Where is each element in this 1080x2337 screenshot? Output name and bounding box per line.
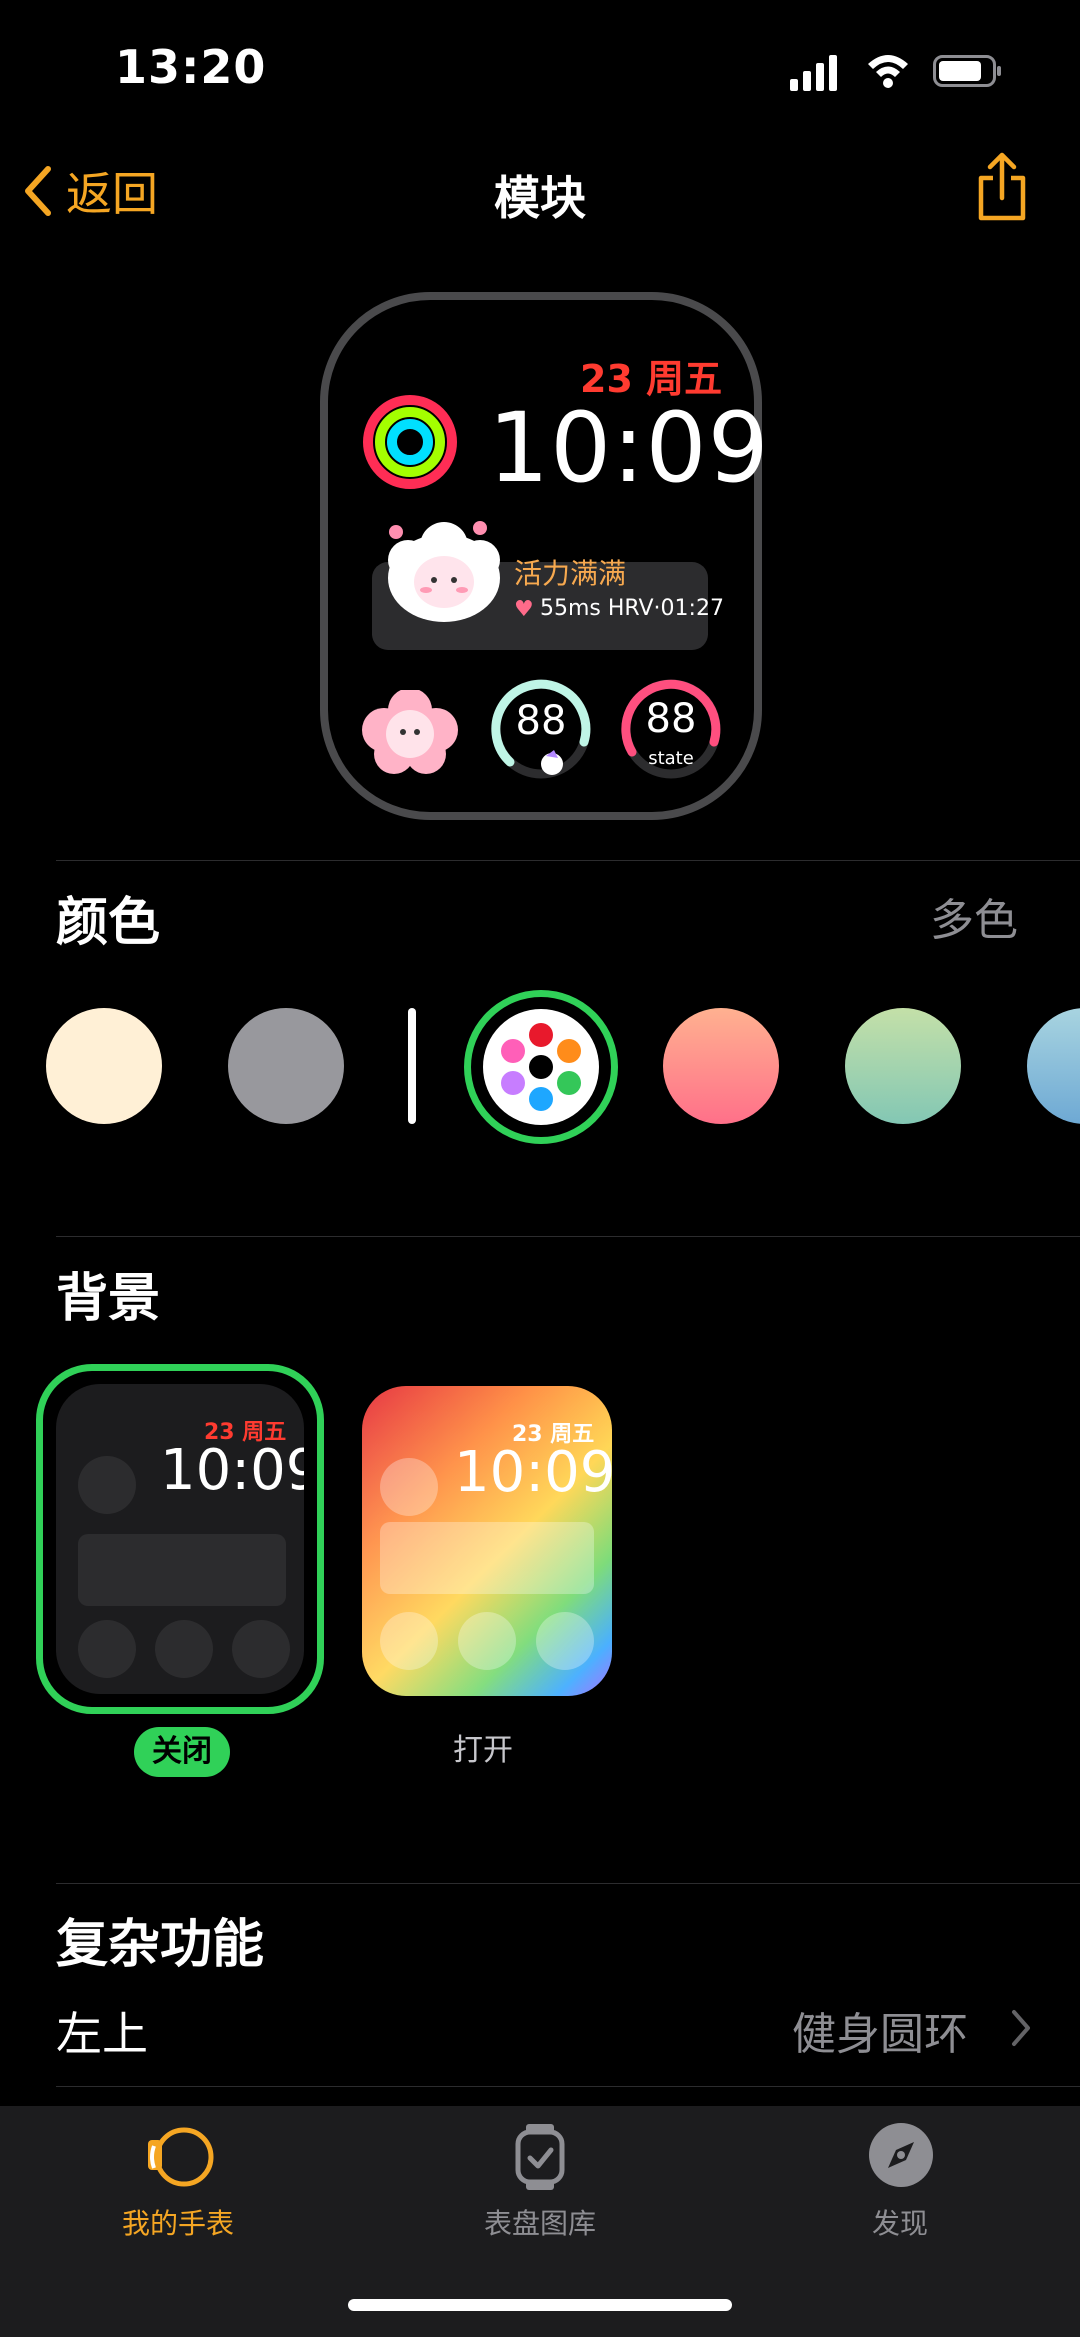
gauge-2-value: 88 [645, 696, 697, 742]
background-on-label[interactable]: 打开 [453, 1725, 513, 1769]
mini-panel [78, 1534, 286, 1606]
complication-row-value: 健身圆环 [792, 2009, 968, 2060]
mini-complication [78, 1456, 136, 1514]
color-swatch-gray[interactable] [228, 1008, 344, 1124]
swatch-separator [408, 1008, 416, 1124]
heart-icon: ♥ [514, 597, 534, 622]
status-time: 13:20 [115, 40, 267, 94]
color-swatch-mint[interactable] [845, 1008, 961, 1124]
tab-label: 发现 [871, 2207, 928, 2240]
watch-time: 10:09 [488, 392, 770, 504]
watch-icon [148, 2127, 214, 2187]
flower-sticker-icon [362, 690, 458, 774]
tab-label: 我的手表 [121, 2207, 234, 2240]
mini-complication [232, 1620, 290, 1678]
share-icon[interactable] [975, 152, 1029, 224]
mini-complication [536, 1612, 594, 1670]
tab-face-gallery[interactable]: 表盘图库 [430, 2122, 650, 2242]
battery-icon [933, 55, 1001, 87]
color-swatch-coral[interactable] [663, 1008, 779, 1124]
gauge-1-value: 88 [515, 698, 567, 744]
activity-rings-icon [363, 395, 457, 489]
color-swatch-multicolor[interactable] [464, 990, 618, 1144]
mini-time: 10:09 [454, 1440, 612, 1505]
color-section-value: 多色 [930, 895, 1018, 946]
wifi-icon [868, 55, 908, 88]
divider [56, 860, 1080, 861]
mini-complication [380, 1612, 438, 1670]
complications-section-title: 复杂功能 [56, 1915, 265, 1975]
watch-panel-detail: 55ms HRV·01:27 [540, 596, 724, 621]
divider [56, 2086, 1080, 2087]
background-option-on[interactable]: 23 周五 10:09 [362, 1386, 612, 1696]
tab-label: 表盘图库 [483, 2207, 596, 2240]
background-option-off[interactable]: 23 周五 10:09 [36, 1364, 324, 1714]
mini-time: 10:09 [160, 1438, 304, 1503]
mini-complication [458, 1612, 516, 1670]
color-swatch-cream[interactable] [46, 1008, 162, 1124]
mini-complication [155, 1620, 213, 1678]
gauge-complication-1: 88 [488, 676, 594, 782]
complication-row-label: 左上 [56, 2007, 148, 2061]
sheep-sticker-icon [388, 521, 500, 622]
mini-face-dark: 23 周五 10:09 [56, 1384, 304, 1694]
compass-icon [869, 2123, 933, 2187]
color-swatch-blue[interactable] [1027, 1008, 1080, 1124]
tab-my-watch[interactable]: 我的手表 [68, 2122, 288, 2242]
cellular-signal-icon [790, 55, 837, 91]
home-indicator[interactable] [348, 2299, 732, 2311]
background-section-title: 背景 [56, 1269, 161, 1329]
watch-panel-title: 活力满满 [514, 557, 627, 590]
divider [56, 1883, 1080, 1884]
gauge-2-caption: state [648, 748, 694, 769]
mini-complication [78, 1620, 136, 1678]
multicolor-dots-icon [483, 1009, 599, 1125]
mini-complication [380, 1458, 438, 1516]
gauge-complication-2: 88 state [618, 676, 724, 782]
complication-row-top-left[interactable]: 左上 健身圆环 [0, 1990, 1080, 2070]
background-off-label[interactable]: 关闭 [134, 1727, 230, 1777]
watchface-gallery-icon [515, 2124, 565, 2190]
page-title: 模块 [494, 171, 586, 225]
tab-discover[interactable]: 发现 [790, 2122, 1010, 2242]
mini-panel [380, 1522, 594, 1594]
chevron-right-icon [1012, 2010, 1030, 2046]
divider [56, 1236, 1080, 1237]
color-section-title: 颜色 [56, 893, 161, 953]
